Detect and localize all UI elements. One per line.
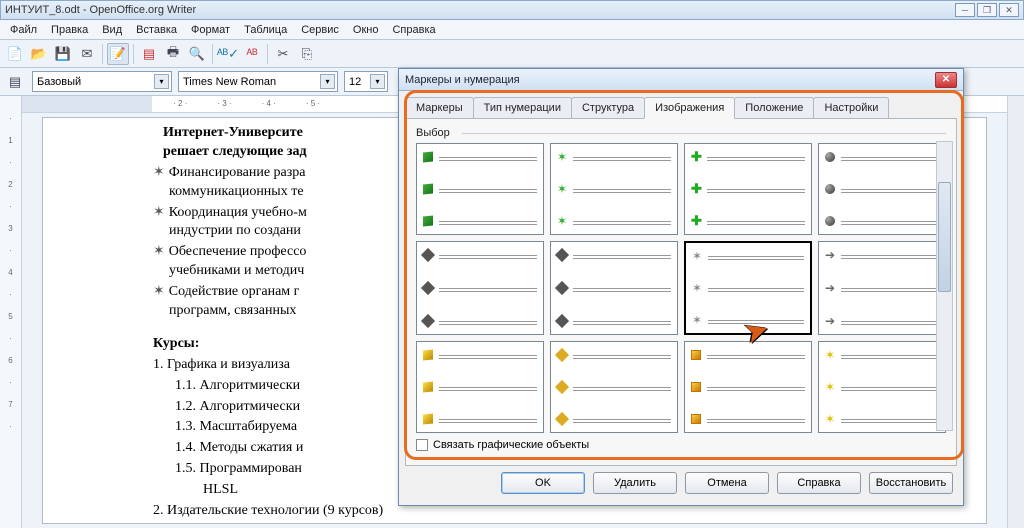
menu-window[interactable]: Окно <box>347 22 385 38</box>
menu-edit[interactable]: Правка <box>45 22 94 38</box>
dialog-titlebar[interactable]: Маркеры и нумерация ✕ <box>399 69 963 91</box>
menu-format[interactable]: Формат <box>185 22 236 38</box>
menu-help[interactable]: Справка <box>386 22 441 38</box>
pdf-button[interactable]: ▤ <box>138 43 160 65</box>
cancel-button[interactable]: Отмена <box>685 472 769 494</box>
font-name-combo[interactable]: Times New Roman ▾ <box>178 71 338 92</box>
tab-options[interactable]: Настройки <box>813 97 889 118</box>
save-button[interactable]: 💾 <box>52 43 74 65</box>
print-button[interactable]: 🖶 <box>162 43 184 65</box>
menu-view[interactable]: Вид <box>96 22 128 38</box>
gallery-item[interactable]: ➔➔➔ <box>818 241 946 335</box>
gallery-item[interactable]: ✶✶✶ <box>818 341 946 433</box>
list-item: 2.1. Введение в цифровую фотографию <box>153 523 876 524</box>
gallery-item[interactable]: ✶✶✶ <box>550 143 678 235</box>
link-graphics-checkbox[interactable]: Связать графические объекты <box>416 439 946 451</box>
dialog-tabs: Маркеры Тип нумерации Структура Изображе… <box>399 91 963 118</box>
group-label: Выбор <box>416 127 946 139</box>
gallery-item[interactable] <box>818 143 946 235</box>
paragraph-style-combo[interactable]: Базовый ▾ <box>32 71 172 92</box>
autospell-button[interactable]: ᴬᴮ <box>241 43 263 65</box>
styles-button[interactable]: ▤ <box>4 71 26 93</box>
star-bullet-icon: ✶ <box>153 204 165 223</box>
vertical-ruler: ·1·2·3·4·5·6·7· <box>0 96 22 528</box>
spellcheck-button[interactable]: ᴬᴮ✓ <box>217 43 239 65</box>
cut-button[interactable]: ✂ <box>272 43 294 65</box>
gallery-item-selected[interactable]: ✶✶✶ <box>684 241 812 335</box>
star-bullet-icon: ✶ <box>153 243 165 262</box>
chevron-down-icon: ▾ <box>370 74 385 89</box>
font-value: Times New Roman <box>183 76 276 88</box>
gallery-item[interactable] <box>416 241 544 335</box>
tab-numbering-type[interactable]: Тип нумерации <box>473 97 572 118</box>
tab-graphics[interactable]: Изображения <box>644 97 735 119</box>
style-value: Базовый <box>37 76 81 88</box>
window-close-button[interactable]: ✕ <box>999 3 1019 17</box>
bullet-gallery: ✶✶✶ ✚✚✚ ✶✶✶ ➔➔➔ ✶✶✶ <box>416 143 946 433</box>
restore-button[interactable]: Восстановить <box>869 472 953 494</box>
gallery-item[interactable] <box>684 341 812 433</box>
delete-button[interactable]: Удалить <box>593 472 677 494</box>
menu-tools[interactable]: Сервис <box>295 22 345 38</box>
vertical-scrollbar[interactable] <box>1007 96 1024 528</box>
gallery-item[interactable] <box>416 143 544 235</box>
size-value: 12 <box>349 76 361 88</box>
tab-markers[interactable]: Маркеры <box>405 97 474 118</box>
dialog-close-button[interactable]: ✕ <box>935 72 957 88</box>
gallery-item[interactable] <box>416 341 544 433</box>
chevron-down-icon: ▾ <box>320 74 335 89</box>
gallery-item[interactable]: ✚✚✚ <box>684 143 812 235</box>
standard-toolbar: 📄 📂 💾 ✉ 📝 ▤ 🖶 🔍 ᴬᴮ✓ ᴬᴮ ✂ ⎘ <box>0 40 1024 68</box>
tab-panel: Выбор ✶✶✶ ✚✚✚ ✶✶✶ ➔➔➔ ✶✶✶ Связать графич… <box>405 118 957 466</box>
menu-file[interactable]: Файл <box>4 22 43 38</box>
tab-position[interactable]: Положение <box>734 97 814 118</box>
gallery-item[interactable] <box>550 341 678 433</box>
open-button[interactable]: 📂 <box>28 43 50 65</box>
menubar: Файл Правка Вид Вставка Формат Таблица С… <box>0 20 1024 40</box>
chevron-down-icon: ▾ <box>154 74 169 89</box>
star-bullet-icon: ✶ <box>153 164 165 183</box>
edit-button[interactable]: 📝 <box>107 43 129 65</box>
copy-button[interactable]: ⎘ <box>296 43 318 65</box>
maximize-button[interactable]: ❐ <box>977 3 997 17</box>
help-button[interactable]: Справка <box>777 472 861 494</box>
window-title: ИНТУИТ_8.odt - OpenOffice.org Writer <box>5 4 955 16</box>
gallery-scrollbar[interactable] <box>936 141 953 431</box>
star-bullet-icon: ✶ <box>153 283 165 302</box>
menu-table[interactable]: Таблица <box>238 22 293 38</box>
font-size-combo[interactable]: 12 ▾ <box>344 71 388 92</box>
ok-button[interactable]: OK <box>501 472 585 494</box>
menu-insert[interactable]: Вставка <box>130 22 183 38</box>
titlebar: ИНТУИТ_8.odt - OpenOffice.org Writer ─ ❐… <box>0 0 1024 20</box>
checkbox-icon <box>416 439 428 451</box>
dialog-title: Маркеры и нумерация <box>405 74 935 86</box>
tab-outline[interactable]: Структура <box>571 97 645 118</box>
preview-button[interactable]: 🔍 <box>186 43 208 65</box>
checkbox-label: Связать графические объекты <box>433 439 589 451</box>
email-button[interactable]: ✉ <box>76 43 98 65</box>
gallery-item[interactable] <box>550 241 678 335</box>
minimize-button[interactable]: ─ <box>955 3 975 17</box>
bullets-numbering-dialog: Маркеры и нумерация ✕ Маркеры Тип нумера… <box>398 68 964 506</box>
new-doc-button[interactable]: 📄 <box>4 43 26 65</box>
